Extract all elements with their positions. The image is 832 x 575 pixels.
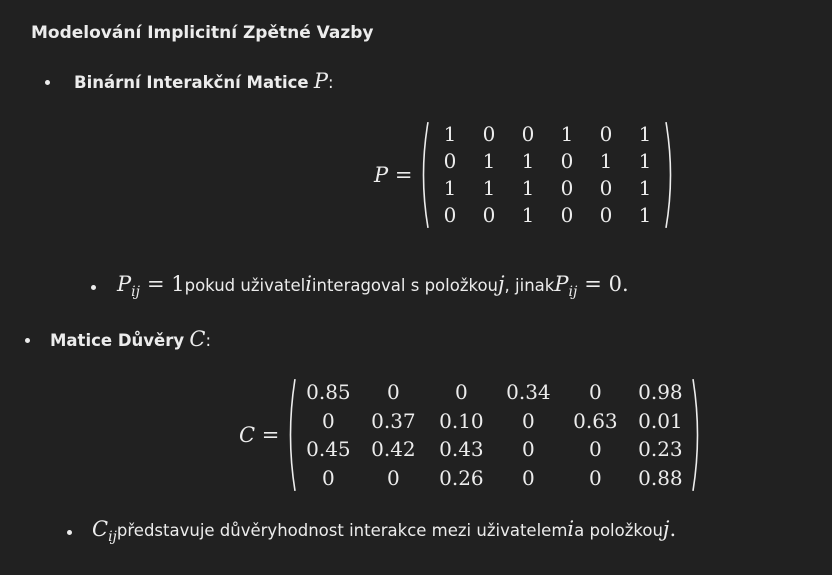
- matrix-c-grid: 0.85 0 0 0.34 0 0.98 0 0.37 0.10 0 0.63 0.01 0.45 0.4…: [297, 378, 691, 492]
- matrix-c-cell: 0.10: [439, 408, 484, 433]
- matrix-p-cell: 0: [443, 149, 457, 173]
- matrix-c-cell: 0: [589, 437, 602, 461]
- equation-c: C = 0.85 0 0 0.34 0 0.98 0 0.37 0.10 0 0.63 0.01 0.4…: [239, 378, 703, 492]
- matrix-c-cell: 0.23: [638, 437, 683, 461]
- matrix-c-cell: 0.37: [371, 408, 416, 433]
- matrix-c-cell: 0: [322, 408, 335, 433]
- colon: :: [205, 331, 211, 350]
- symbol-p: P: [313, 69, 328, 93]
- matrix-p-cell: 0: [560, 149, 574, 173]
- matrix-p-cell: 0: [599, 176, 613, 200]
- left-parenthesis: [418, 121, 430, 229]
- matrix-c-cell: 0.63: [573, 408, 618, 433]
- right-parenthesis: [691, 378, 703, 492]
- section-heading: Modelování Implicitní Zpětné Vazby: [31, 23, 374, 43]
- matrix-p-cell: 0: [560, 203, 574, 227]
- bullet-dot: [25, 338, 30, 343]
- trust-matrix-label: Matice Důvěry: [50, 331, 185, 350]
- matrix-c-cell: 0: [455, 380, 468, 404]
- matrix-p-cell: 1: [638, 203, 652, 227]
- equation-p: P = 1 0 0 1 0 1 0 1 1 0 1 1 1 1 1 0 0 1 0 0 1 0 0 1: [374, 121, 676, 229]
- right-parenthesis: [664, 121, 676, 229]
- sub-bullet-dot: [91, 285, 96, 290]
- bullet-binary-matrix: Binární Interakční Matice P:: [74, 69, 334, 93]
- matrix-p-cell: 1: [599, 149, 613, 173]
- matrix-c-cell: 0: [522, 408, 535, 433]
- matrix-p-cell: 1: [638, 176, 652, 200]
- matrix-p-cell: 1: [560, 122, 574, 146]
- matrix-c: 0.85 0 0 0.34 0 0.98 0 0.37 0.10 0 0.63 0.01 0.45 0.4…: [285, 378, 703, 492]
- note-trust: Cij představuje důvěryhodnost interakce …: [92, 517, 677, 545]
- matrix-p-cell: 1: [638, 122, 652, 146]
- matrix-c-cell: 0.34: [506, 380, 551, 404]
- matrix-p-cell: 0: [482, 203, 496, 227]
- matrix-c-cell: 0.42: [371, 437, 416, 461]
- matrix-p-cell: 1: [521, 149, 535, 173]
- matrix-p-cell: 1: [482, 149, 496, 173]
- matrix-p-cell: 0: [521, 122, 535, 146]
- matrix-c-cell: 0: [322, 465, 335, 490]
- matrix-p-grid: 1 0 0 1 0 1 0 1 1 0 1 1 1 1 1 0 0 1 0 0 1 0 0 1: [430, 121, 664, 229]
- matrix-p-cell: 1: [443, 122, 457, 146]
- matrix-c-cell: 0: [589, 380, 602, 404]
- matrix-c-cell: 0.43: [439, 437, 484, 461]
- matrix-p-cell: 0: [482, 122, 496, 146]
- equation-p-lhs: P =: [374, 163, 413, 187]
- matrix-c-cell: 0.26: [439, 465, 484, 490]
- matrix-p-cell: 0: [599, 203, 613, 227]
- matrix-c-cell: 0.98: [638, 380, 683, 404]
- matrix-c-cell: 0.45: [306, 437, 351, 461]
- bullet-dot: [45, 80, 50, 85]
- matrix-c-cell: 0.88: [638, 465, 683, 490]
- matrix-c-cell: 0: [589, 465, 602, 490]
- equation-c-lhs: C =: [239, 423, 280, 447]
- sub-bullet-dot: [67, 530, 72, 535]
- matrix-p-cell: 0: [599, 122, 613, 146]
- matrix-p-cell: 0: [443, 203, 457, 227]
- colon: :: [328, 73, 334, 92]
- matrix-p-cell: 1: [521, 176, 535, 200]
- matrix-c-cell: 0: [522, 465, 535, 490]
- matrix-p-cell: 1: [521, 203, 535, 227]
- matrix-c-cell: 0: [387, 465, 400, 490]
- matrix-p-cell: 1: [638, 149, 652, 173]
- symbol-c: C: [189, 327, 206, 351]
- bullet-trust-matrix: Matice Důvěry C:: [50, 327, 211, 351]
- matrix-c-cell: 0: [387, 380, 400, 404]
- matrix-p: 1 0 0 1 0 1 0 1 1 0 1 1 1 1 1 0 0 1 0 0 1 0 0 1: [418, 121, 676, 229]
- matrix-c-cell: 0: [522, 437, 535, 461]
- left-parenthesis: [285, 378, 297, 492]
- matrix-c-cell: 0.85: [306, 380, 351, 404]
- matrix-c-cell: 0.01: [638, 408, 683, 433]
- matrix-p-cell: 1: [482, 176, 496, 200]
- matrix-p-cell: 1: [443, 176, 457, 200]
- binary-matrix-label: Binární Interakční Matice: [74, 73, 309, 92]
- matrix-p-cell: 0: [560, 176, 574, 200]
- note-binary: Pij = 1 pokud uživatel i interagoval s po…: [117, 272, 629, 300]
